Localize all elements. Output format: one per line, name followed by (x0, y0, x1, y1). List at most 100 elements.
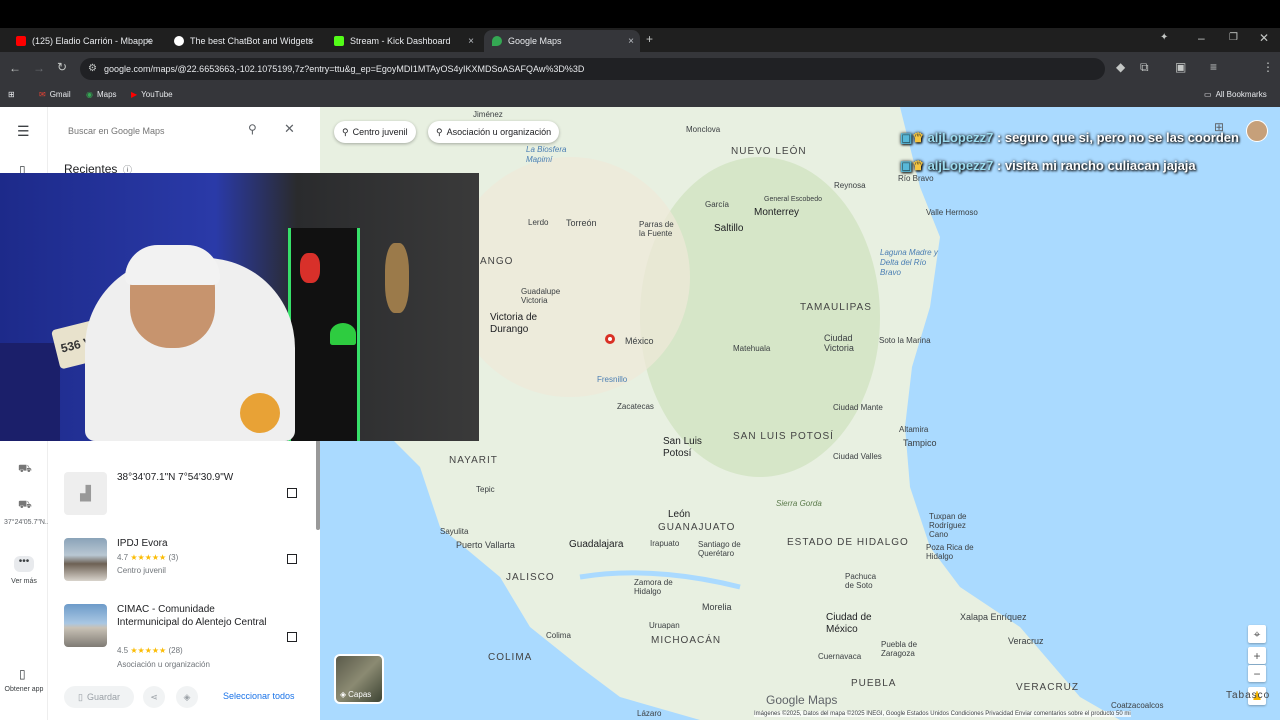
rating-row: 4.7 ★★★★★ (3) (117, 553, 178, 562)
city-label: Puerto Vallarta (456, 540, 515, 550)
place-label: Sayulita (440, 527, 469, 536)
more-icon[interactable]: ••• (14, 556, 34, 572)
snack (240, 393, 280, 433)
chat-username: aljLopezz7 (927, 158, 994, 173)
rating-value: 4.5 (117, 646, 129, 655)
city-label: Tampico (903, 438, 937, 448)
close-icon[interactable]: × (628, 36, 634, 47)
back-icon[interactable]: ← (9, 61, 21, 75)
bookmark-gmail[interactable]: ✉ Gmail (39, 90, 71, 99)
layers-button[interactable]: ◈ Capas (334, 654, 384, 704)
apps-grid-icon[interactable]: ⊞ (8, 90, 15, 99)
reload-icon[interactable]: ↻ (57, 60, 67, 74)
place-label: Parras de la Fuente (639, 220, 674, 238)
chat-crown-icon: ♛ (912, 158, 924, 173)
place-label: Tuxpan de Rodríguez Cano (929, 512, 967, 539)
bookmark-label: YouTube (141, 90, 173, 99)
tab-youtube[interactable]: (125) Eladio Carrión - Mbappe × (8, 30, 158, 52)
place-label: Valle Hermoso (926, 208, 978, 217)
state-label: COLIMA (488, 652, 533, 663)
site-info-icon[interactable]: ⚙ (88, 63, 97, 74)
puzzle-icon[interactable]: ⧉ (1140, 60, 1149, 75)
close-icon[interactable]: × (308, 36, 314, 47)
city-label: León (668, 509, 691, 520)
tab-label: (125) Eladio Carrión - Mbappe (32, 36, 154, 46)
city-label: Reynosa (834, 181, 866, 190)
place-label: Puebla de Zaragoza (881, 640, 918, 658)
chip-asociacion[interactable]: ⚲ Asociación u organización (428, 121, 560, 143)
close-icon[interactable]: × (468, 36, 474, 47)
list-item[interactable]: CIMAC - Comunidade Intermunicipal do Ale… (64, 603, 314, 673)
kick-icon (334, 36, 344, 46)
tab-kick[interactable]: Stream - Kick Dashboard × (326, 30, 480, 52)
account-avatar[interactable] (1246, 120, 1268, 142)
get-app-label[interactable]: Obtener app (4, 685, 44, 695)
state-label: ESTADO DE HIDALGO (787, 537, 909, 548)
place-label: Irapuato (650, 539, 680, 548)
hamburger-menu-icon[interactable]: ☰ (17, 123, 30, 140)
state-label: Tabasco (1226, 690, 1271, 701)
chat-crown-icon: ♛ (912, 130, 924, 145)
map-pin[interactable] (605, 334, 615, 344)
place-label: Zamora de Hidalgo (634, 578, 673, 596)
share-icon[interactable]: ⋖ (143, 686, 165, 708)
close-window-icon[interactable]: ✕ (1259, 31, 1269, 45)
google-maps-logo: Google Maps (766, 693, 838, 707)
layers-label: Capas (348, 690, 372, 699)
select-checkbox[interactable] (287, 554, 297, 564)
chat-message: ▣♛ aljLopezz7 : visita mi rancho culiaca… (900, 158, 1196, 173)
chip-centro-juvenil[interactable]: ⚲ Centro juvenil (334, 121, 416, 143)
bookmarks-bar: ⊞ ✉ Gmail ◉ Maps ▶ YouTube ▭ All Bookmarks (0, 85, 1280, 107)
media-icon[interactable]: ≡ (1210, 60, 1217, 74)
all-bookmarks[interactable]: ▭ All Bookmarks (1204, 90, 1267, 99)
select-checkbox[interactable] (287, 488, 297, 498)
tab-chatbot[interactable]: The best ChatBot and Widgets × (166, 30, 320, 52)
place-label: Cuernavaca (818, 652, 862, 661)
address-bar[interactable]: ⚙ google.com/maps/@22.6653663,-102.10751… (80, 58, 1105, 80)
tab-google-maps[interactable]: Google Maps × (484, 30, 640, 52)
recent-coord-label[interactable]: 37°24'05.7"N... (4, 518, 51, 528)
recent-place-icon[interactable]: ⛟ (18, 463, 32, 477)
city-label: Veracruz (1008, 636, 1044, 646)
close-icon[interactable]: × (146, 36, 152, 47)
result-category: Asociación u organización (117, 660, 210, 669)
search-icon[interactable]: ⚲ (248, 122, 257, 136)
bookmark-maps[interactable]: ◉ Maps (86, 90, 117, 99)
select-checkbox[interactable] (287, 632, 297, 642)
my-location-icon[interactable]: ⌖ (1248, 625, 1266, 643)
list-item[interactable]: IPDJ Evora 4.7 ★★★★★ (3) Centro juvenil (64, 537, 314, 583)
phone-icon[interactable]: ▯ (19, 667, 26, 681)
save-button[interactable]: ▯ Guardar (64, 686, 134, 708)
select-all-link[interactable]: Seleccionar todos (223, 691, 295, 701)
gmail-icon: ✉ (39, 90, 46, 99)
chat-badge-icon: ▣ (900, 158, 913, 173)
folder-icon: ▭ (1204, 90, 1212, 99)
restore-icon[interactable]: ❐ (1229, 32, 1238, 43)
new-tab-button[interactable]: + (646, 32, 653, 46)
menu-kebab-icon[interactable]: ⋮ (1262, 60, 1274, 74)
search-input[interactable] (68, 124, 228, 138)
state-label: NUEVO LEÓN (731, 146, 807, 157)
sparkle-icon[interactable]: ✦ (1160, 32, 1168, 43)
tab-label: Stream - Kick Dashboard (350, 36, 451, 46)
forward-icon[interactable]: → (33, 61, 45, 75)
sidepanel-icon[interactable]: ▣ (1175, 60, 1186, 74)
bookmark-icon: ▯ (78, 691, 83, 702)
place-label: Santiago de Querétaro (698, 540, 741, 558)
zoom-out-button[interactable]: − (1248, 665, 1266, 682)
zoom-in-button[interactable]: + (1248, 647, 1266, 664)
tab-strip: (125) Eladio Carrión - Mbappe × The best… (0, 28, 1280, 52)
more-label[interactable]: Ver más (4, 578, 44, 585)
city-label: San Luis Potosí (663, 436, 702, 459)
state-label: MICHOACÁN (651, 635, 722, 646)
list-item[interactable]: ▟ 38°34'07.1"N 7°54'30.9"W (64, 470, 314, 516)
place-label: Laguna Madre y Delta del Río Bravo (880, 248, 938, 277)
search-box[interactable]: ⚲ ✕ (60, 119, 308, 143)
directions-icon[interactable]: ◈ (176, 686, 198, 708)
bookmark-youtube[interactable]: ▶ YouTube (131, 90, 173, 99)
extension-diamond-icon[interactable]: ◆ (1116, 60, 1125, 74)
close-icon[interactable]: ✕ (284, 121, 295, 137)
place-label: Colima (546, 631, 571, 640)
recent-coord-icon[interactable]: ⛟ (18, 499, 32, 513)
minimize-icon[interactable]: – (1198, 31, 1205, 45)
